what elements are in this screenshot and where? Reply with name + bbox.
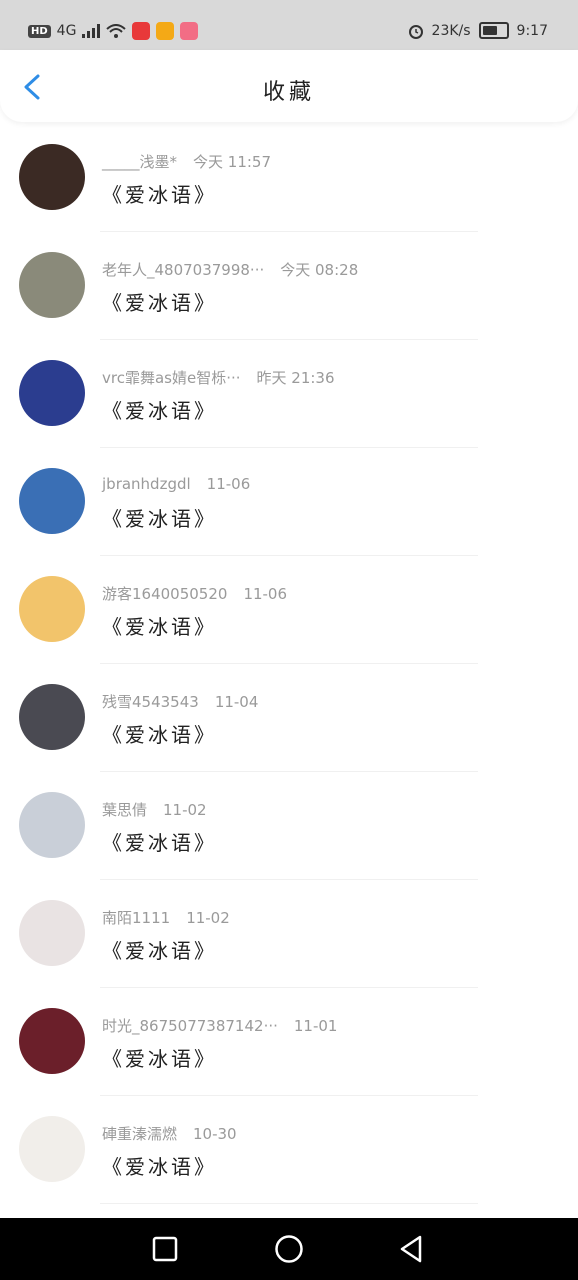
alarm-icon [408,24,423,39]
avatar[interactable] [19,792,85,858]
timestamp: 10-30 [193,1125,237,1143]
network-type: 4G [56,23,77,39]
list-item[interactable]: 老年人_4807037998··· 今天 08:28 《爱冰语》 [0,232,578,340]
back-icon[interactable] [398,1235,424,1263]
timestamp: 11-02 [186,909,230,927]
item-title: 《爱冰语》 [102,1155,217,1179]
avatar[interactable] [19,1008,85,1074]
item-title: 《爱冰语》 [102,1047,217,1071]
header-bar: 收藏 [0,50,578,122]
username: 残雪4543543 [102,693,199,711]
list-item[interactable]: 游客1640050520 11-06 《爱冰语》 [0,556,578,664]
timestamp: 11-06 [206,475,251,493]
list-item[interactable]: _____浅墨* 今天 11:57 《爱冰语》 [0,124,578,232]
clock: 9:17 [516,22,548,39]
avatar[interactable] [19,576,85,642]
timestamp: 今天 11:57 [193,153,272,171]
username: _____浅墨* [102,153,178,171]
hd-badge: HD [28,24,51,38]
username: vrc霏舞as婧e智栎··· [102,369,241,387]
battery-icon [478,22,509,39]
app-notification-icon [180,22,199,40]
item-title: 《爱冰语》 [102,291,217,315]
avatar[interactable] [19,1116,85,1182]
timestamp: 11-02 [163,801,207,819]
avatar[interactable] [19,360,85,426]
list-item[interactable]: 南陌1111 11-02 《爱冰语》 [0,880,578,988]
item-title: 《爱冰语》 [102,615,217,639]
list-item[interactable]: 葉思倩 11-02 《爱冰语》 [0,772,578,880]
item-title: 《爱冰语》 [102,399,217,423]
avatar[interactable] [19,684,85,750]
recent-apps-icon[interactable] [152,1236,178,1262]
list-item[interactable]: jbranhdzgdl 11-06 《爱冰语》 [0,448,578,556]
list-item[interactable]: 硨重溱濡燃 10-30 《爱冰语》 [0,1096,578,1204]
item-title: 《爱冰语》 [102,723,217,747]
avatar[interactable] [19,468,85,534]
username: 硨重溱濡燃 [102,1125,178,1143]
avatar[interactable] [19,144,85,210]
favorites-list: _____浅墨* 今天 11:57 《爱冰语》 老年人_4807037998···… [0,124,578,1204]
divider [100,1203,478,1204]
weibo-notification-icon [156,22,175,40]
item-title: 《爱冰语》 [102,939,217,963]
status-bar: HD 4G 23K/s 9:17 [0,0,578,50]
wifi-icon [106,24,127,38]
username: 葉思倩 [102,801,148,819]
timestamp: 11-06 [243,585,288,603]
timestamp: 今天 08:28 [280,261,359,279]
list-item[interactable]: 时光_8675077387142··· 11-01 《爱冰语》 [0,988,578,1096]
item-title: 《爱冰语》 [102,183,217,207]
timestamp: 11-01 [293,1017,338,1035]
list-item[interactable]: vrc霏舞as婧e智栎··· 昨天 21:36 《爱冰语》 [0,340,578,448]
list-item[interactable]: 残雪4543543 11-04 《爱冰语》 [0,664,578,772]
username: 游客1640050520 [102,585,228,603]
username: 时光_8675077387142··· [102,1017,278,1035]
system-nav-bar [0,1218,578,1280]
timestamp: 11-04 [214,693,259,711]
item-title: 《爱冰语》 [102,831,217,855]
username: 南陌1111 [102,909,171,927]
avatar[interactable] [19,900,85,966]
username: 老年人_4807037998··· [102,261,265,279]
network-speed: 23K/s [431,22,471,39]
home-icon[interactable] [274,1234,304,1264]
username: jbranhdzgdl [102,475,191,493]
signal-icon [82,24,101,38]
avatar[interactable] [19,252,85,318]
item-title: 《爱冰语》 [102,507,217,531]
app-notification-icon [132,22,151,40]
page-title: 收藏 [262,80,315,105]
timestamp: 昨天 21:36 [256,369,335,387]
